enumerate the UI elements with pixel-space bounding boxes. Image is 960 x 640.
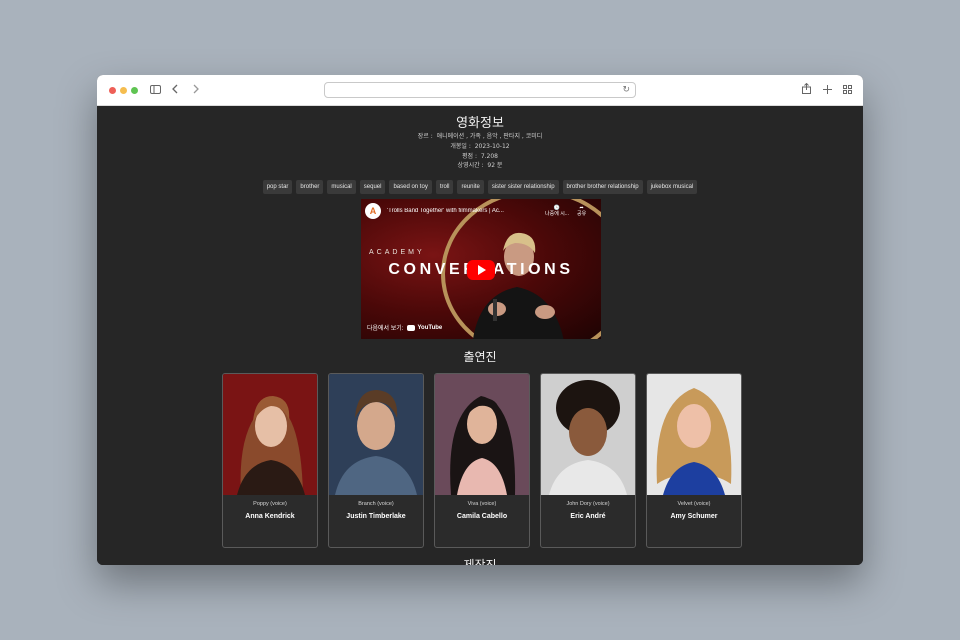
tag-based-on-toy[interactable]: based on toy [389, 180, 432, 194]
release-line: 개봉일 : 2023-10-12 [97, 141, 863, 150]
cast-role: Velvet (voice) [677, 501, 711, 507]
cast-card[interactable]: Poppy (voice) Anna Kendrick [222, 373, 318, 548]
tag-troll[interactable]: troll [435, 180, 454, 194]
cast-role: Viva (voice) [467, 501, 497, 507]
youtube-label: YouTube [417, 324, 443, 331]
academy-text: ACADEMY [369, 249, 425, 256]
cast-photo [329, 374, 423, 495]
browser-window: ↻ 영화정보 장르 : 애니메이션 , 가족 , 음악 , 판타지 , 코미디 … [97, 75, 863, 565]
tag-brother-brother-relationship[interactable]: brother brother relationship [562, 180, 643, 194]
close-window-button[interactable] [109, 87, 116, 94]
cast-name[interactable]: Camila Cabello [435, 513, 529, 520]
minimize-window-button[interactable] [120, 87, 127, 94]
reload-icon[interactable]: ↻ [622, 84, 630, 95]
trailer-video[interactable]: A 'Trolls Band Together' with filmmakers… [361, 199, 601, 339]
rating-value: 7.208 [480, 153, 498, 160]
crew-section-title: 제작진 [463, 558, 497, 565]
cast-photo [647, 374, 741, 495]
cast-name[interactable]: Amy Schumer [647, 513, 741, 520]
zoom-window-button[interactable] [131, 87, 138, 94]
page-content: 영화정보 장르 : 애니메이션 , 가족 , 음악 , 판타지 , 코미디 개봉… [97, 106, 863, 565]
cast-role: Branch (voice) [358, 501, 394, 507]
channel-avatar[interactable]: A [365, 203, 381, 219]
new-tab-icon[interactable] [823, 83, 832, 97]
cast-name[interactable]: Anna Kendrick [223, 513, 317, 520]
sidebar-icon[interactable] [150, 83, 161, 97]
share-button[interactable]: ➦ 공유 [577, 205, 586, 217]
browser-toolbar: ↻ [97, 75, 863, 106]
cast-role: John Dory (voice) [566, 501, 610, 507]
cast-name[interactable]: Eric André [541, 513, 635, 520]
cast-card[interactable]: Branch (voice) Justin Timberlake [328, 373, 424, 548]
tab-overview-icon[interactable] [843, 83, 852, 97]
back-icon[interactable] [172, 83, 179, 97]
tag-jukebox-musical[interactable]: jukebox musical [646, 180, 698, 194]
play-button[interactable] [467, 260, 495, 280]
cast-card[interactable]: Viva (voice) Camila Cabello [434, 373, 530, 548]
runtime-value: 92 분 [487, 162, 503, 169]
youtube-logo: YouTube [407, 324, 443, 331]
forward-icon[interactable] [192, 83, 199, 97]
runtime-line: 상영시간 : 92 분 [97, 160, 863, 169]
video-title[interactable]: 'Trolls Band Together' with filmmakers |… [387, 208, 537, 214]
release-value: 2023-10-12 [474, 143, 510, 150]
runtime-label: 상영시간 : [457, 162, 484, 169]
video-header: A 'Trolls Band Together' with filmmakers… [365, 203, 597, 219]
tag-reunite[interactable]: reunite [457, 180, 484, 194]
cast-photo [541, 374, 635, 495]
watch-later-label: 나중에 시... [545, 211, 569, 217]
tag-brother[interactable]: brother [296, 180, 324, 194]
cast-photo [223, 374, 317, 495]
cast-photo [435, 374, 529, 495]
release-label: 개봉일 : [450, 143, 471, 150]
share-icon[interactable] [802, 82, 811, 97]
genre-value: 애니메이션 , 가족 , 음악 , 판타지 , 코미디 [436, 133, 543, 140]
genre-line: 장르 : 애니메이션 , 가족 , 음악 , 판타지 , 코미디 [97, 131, 863, 140]
address-bar[interactable]: ↻ [324, 82, 636, 98]
cast-card[interactable]: John Dory (voice) Eric André [540, 373, 636, 548]
genre-label: 장르 : [417, 133, 433, 140]
rating-label: 평점 : [462, 153, 477, 160]
keyword-tags: pop star brother musical sequel based on… [97, 180, 863, 194]
watch-on-youtube[interactable]: 다음에서 보기: YouTube [367, 323, 442, 332]
tag-sister-sister-relationship[interactable]: sister sister relationship [487, 180, 559, 194]
cast-name[interactable]: Justin Timberlake [329, 513, 423, 520]
rating-line: 평점 : 7.208 [97, 151, 863, 160]
share-label: 공유 [576, 211, 587, 217]
page-title: 영화정보 [456, 116, 504, 131]
tag-musical[interactable]: musical [327, 180, 356, 194]
watch-on-label: 다음에서 보기: [367, 326, 404, 332]
tag-pop-star[interactable]: pop star [262, 180, 293, 194]
youtube-icon [407, 324, 416, 331]
tag-sequel[interactable]: sequel [359, 180, 386, 194]
cast-list: Poppy (voice) Anna Kendrick Branch (voic… [222, 373, 742, 548]
cast-section-title: 출연진 [463, 350, 497, 364]
watch-later-button[interactable]: 🕓 나중에 시... [545, 205, 569, 217]
cast-role: Poppy (voice) [253, 501, 287, 507]
cast-card[interactable]: Velvet (voice) Amy Schumer [646, 373, 742, 548]
